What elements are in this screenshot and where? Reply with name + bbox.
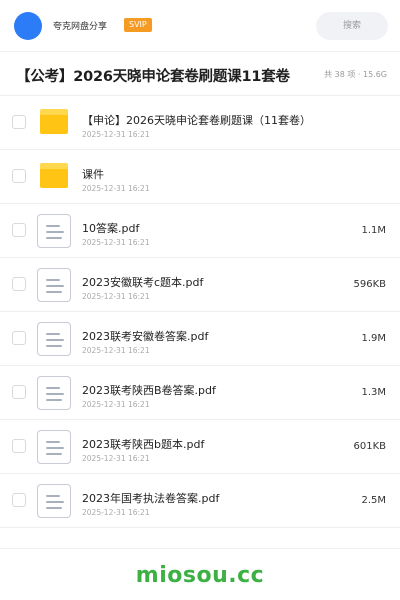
- item-name: 2023联考陕西B卷答案.pdf: [82, 384, 216, 397]
- pdf-file-icon: [37, 484, 71, 518]
- folder-meta: 共 38 项 · 15.6G: [324, 70, 387, 79]
- pdf-file-icon: [37, 214, 71, 248]
- list-item[interactable]: 2023安徽联考c题本.pdf 2025-12-31 16:21 596KB: [0, 258, 400, 312]
- item-date: 2025-12-31 16:21: [82, 400, 150, 409]
- item-name: 2023联考陕西b题本.pdf: [82, 438, 205, 451]
- select-checkbox[interactable]: [12, 439, 26, 453]
- item-date: 2025-12-31 16:21: [82, 508, 150, 517]
- list-item[interactable]: 2023联考陕西b题本.pdf 2025-12-31 16:21 601KB: [0, 420, 400, 474]
- select-checkbox[interactable]: [12, 385, 26, 399]
- select-checkbox[interactable]: [12, 493, 26, 507]
- item-size: 2.5M: [361, 495, 386, 506]
- item-date: 2025-12-31 16:21: [82, 292, 150, 301]
- item-size: 601KB: [353, 441, 386, 452]
- folder-icon: [40, 163, 68, 188]
- select-checkbox[interactable]: [12, 277, 26, 291]
- search-button[interactable]: 搜索: [316, 12, 388, 40]
- select-checkbox[interactable]: [12, 223, 26, 237]
- item-size: 1.9M: [361, 333, 386, 344]
- list-item[interactable]: 2023联考陕西B卷答案.pdf 2025-12-31 16:21 1.3M: [0, 366, 400, 420]
- select-checkbox[interactable]: [12, 331, 26, 345]
- item-name: 2023联考安徽卷答案.pdf: [82, 330, 209, 343]
- item-date: 2025-12-31 16:21: [82, 454, 150, 463]
- list-item[interactable]: 10答案.pdf 2025-12-31 16:21 1.1M: [0, 204, 400, 258]
- item-date: 2025-12-31 16:21: [82, 184, 150, 193]
- folder-header: 【公考】2026天晓申论套卷刷题课11套卷 共 38 项 · 15.6G: [0, 52, 400, 96]
- pdf-file-icon: [37, 322, 71, 356]
- item-size: 1.3M: [361, 387, 386, 398]
- item-size: 1.1M: [361, 225, 386, 236]
- top-bar: 夸克网盘分享 SVIP 搜索: [0, 0, 400, 52]
- watermark: miosou.cc: [135, 563, 265, 588]
- pdf-file-icon: [37, 268, 71, 302]
- list-item[interactable]: 【申论】2026天晓申论套卷刷题课（11套卷） 2025-12-31 16:21: [0, 96, 400, 150]
- item-name: 【申论】2026天晓申论套卷刷题课（11套卷）: [82, 114, 311, 127]
- svip-badge: SVIP: [124, 18, 152, 32]
- item-name: 课件: [82, 168, 104, 181]
- pdf-file-icon: [37, 430, 71, 464]
- item-name: 2023安徽联考c题本.pdf: [82, 276, 204, 289]
- file-list: 【申论】2026天晓申论套卷刷题课（11套卷） 2025-12-31 16:21…: [0, 96, 400, 528]
- select-checkbox[interactable]: [12, 115, 26, 129]
- list-item[interactable]: 2023年国考执法卷答案.pdf 2025-12-31 16:21 2.5M: [0, 474, 400, 528]
- folder-icon: [40, 109, 68, 134]
- username[interactable]: 夸克网盘分享: [53, 19, 107, 32]
- item-date: 2025-12-31 16:21: [82, 130, 150, 139]
- item-name: 10答案.pdf: [82, 222, 140, 235]
- footer: miosou.cc: [0, 548, 400, 600]
- page-title: 【公考】2026天晓申论套卷刷题课11套卷: [16, 69, 290, 85]
- item-size: 596KB: [353, 279, 386, 290]
- list-item[interactable]: 2023联考安徽卷答案.pdf 2025-12-31 16:21 1.9M: [0, 312, 400, 366]
- item-date: 2025-12-31 16:21: [82, 238, 150, 247]
- item-name: 2023年国考执法卷答案.pdf: [82, 492, 220, 505]
- avatar[interactable]: [14, 12, 42, 40]
- list-item[interactable]: 课件 2025-12-31 16:21: [0, 150, 400, 204]
- item-date: 2025-12-31 16:21: [82, 346, 150, 355]
- select-checkbox[interactable]: [12, 169, 26, 183]
- pdf-file-icon: [37, 376, 71, 410]
